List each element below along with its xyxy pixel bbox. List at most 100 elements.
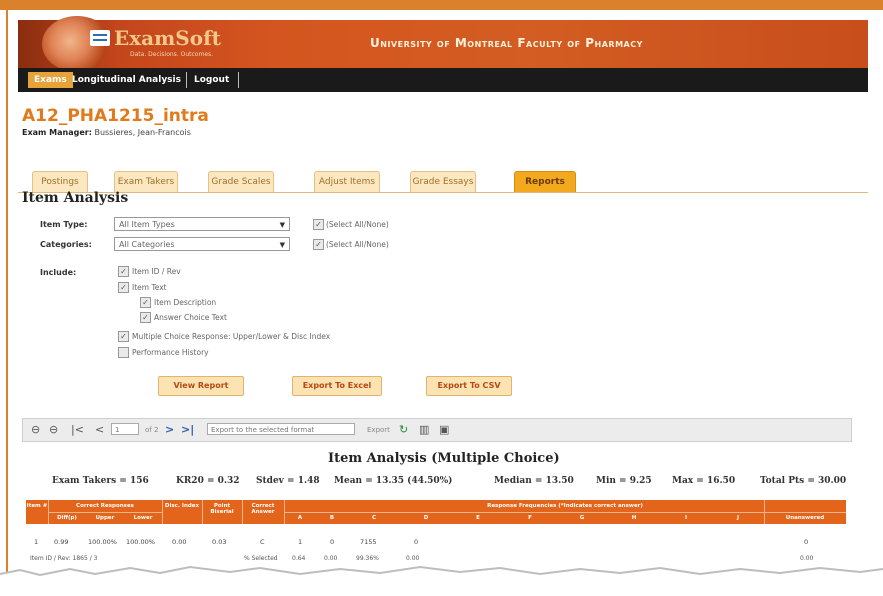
col-choice-h: H <box>631 515 637 521</box>
option-label: Item ID / Rev <box>132 267 181 276</box>
col-diff: Diff(p) <box>57 515 77 521</box>
answer-choice-text-checkbox[interactable]: ✓ <box>140 312 151 323</box>
dropdown-arrow-icon: ▼ <box>279 221 285 229</box>
tab-grade-scales[interactable]: Grade Scales <box>208 171 274 193</box>
back-group-icon[interactable]: ⊖ <box>49 422 58 438</box>
report-toolbar: ⊖ ⊖ |< < 1 of 2 > >| Export to the selec… <box>22 418 852 442</box>
cell-upper: 100.00% <box>88 538 117 546</box>
select-all-item-types-checkbox[interactable]: ✓ <box>313 219 324 230</box>
app-header: ExamSoft Data. Decisions. Outcomes. Univ… <box>18 16 868 72</box>
stat-stdev: Stdev = 1.48 <box>256 476 320 486</box>
export-format-select[interactable]: Export to the selected format <box>207 423 355 435</box>
stat-median: Median = 13.50 <box>494 476 574 486</box>
university-title: University of Montreal Faculty of Pharma… <box>370 36 643 50</box>
cell-a: 1 <box>298 538 303 546</box>
col-choice-a: A <box>297 515 303 521</box>
last-page-icon[interactable]: >| <box>181 422 194 438</box>
dropdown-arrow-icon: ▼ <box>279 241 285 249</box>
export-link[interactable]: Export <box>367 424 390 436</box>
select-all-label: (Select All/None) <box>326 240 389 249</box>
item-type-value: All Item Types <box>119 220 175 229</box>
export-to-csv-button[interactable]: Export To CSV <box>426 376 512 396</box>
exam-manager: Exam Manager: Bussieres, Jean-Francois <box>22 128 191 137</box>
nav-item-longitudinal-analysis[interactable]: Longitudinal Analysis <box>72 72 181 88</box>
stat-exam-takers: Exam Takers = 156 <box>52 476 149 486</box>
col-choice-d: D <box>423 515 429 521</box>
cell-b: 0 <box>330 538 335 546</box>
top-accent-bar <box>0 0 883 10</box>
select-all-label: (Select All/None) <box>326 220 389 229</box>
stat-mean: Mean = 13.35 (44.50%) <box>334 476 453 486</box>
select-all-categories-checkbox[interactable]: ✓ <box>313 239 324 250</box>
col-divider <box>48 500 49 524</box>
option-label: Item Text <box>132 283 167 292</box>
col-choice-e: E <box>476 515 480 521</box>
cell-item: 1 <box>34 538 39 546</box>
col-divider <box>764 500 765 524</box>
categories-select[interactable]: All Categories ▼ <box>114 237 290 251</box>
col-correct-answer: Correct Answer <box>251 503 275 515</box>
stat-max: Max = 16.50 <box>672 476 736 486</box>
logo-tagline: Data. Decisions. Outcomes. <box>130 51 214 58</box>
chart-icon[interactable]: ▥ <box>419 422 429 438</box>
option-label: Multiple Choice Response: Upper/Lower & … <box>132 332 331 341</box>
cell-d: 0 <box>414 538 419 546</box>
exam-title: A12_PHA1215_intra <box>22 106 209 126</box>
col-choice-j: J <box>736 515 740 521</box>
export-to-excel-button[interactable]: Export To Excel <box>292 376 382 396</box>
col-divider <box>202 500 203 524</box>
item-id-rev-checkbox[interactable]: ✓ <box>118 266 129 277</box>
cell-diff: 0.99 <box>54 538 69 546</box>
page-count: of 2 <box>145 426 159 434</box>
col-divider <box>162 500 163 524</box>
performance-history-checkbox[interactable] <box>118 347 129 358</box>
include-label: Include: <box>40 268 77 277</box>
cell-correct-answer: C <box>260 538 265 546</box>
examsoft-logo-icon <box>90 30 110 46</box>
print-icon[interactable]: ▣ <box>439 422 449 438</box>
multiple-choice-response-checkbox[interactable]: ✓ <box>118 331 129 342</box>
first-page-icon[interactable]: |< <box>71 422 84 438</box>
option-label: Performance History <box>132 348 209 357</box>
item-text-checkbox[interactable]: ✓ <box>118 282 129 293</box>
item-type-select[interactable]: All Item Types ▼ <box>114 217 290 231</box>
nav-item-exams[interactable]: Exams <box>28 72 73 88</box>
col-choice-f: F <box>528 515 532 521</box>
page-number-input[interactable]: 1 <box>111 423 139 435</box>
cell-lower: 100.00% <box>126 538 155 546</box>
cell-c: 7155 <box>360 538 377 546</box>
header-divider <box>284 512 846 513</box>
col-response-frequencies: Response Frequencies (*Indicates correct… <box>487 503 643 509</box>
tab-grade-essays[interactable]: Grade Essays <box>410 171 476 193</box>
col-unanswered: Unanswered <box>785 515 825 521</box>
logo-text: ExamSoft <box>114 26 221 50</box>
item-description-checkbox[interactable]: ✓ <box>140 297 151 308</box>
section-title: Item Analysis <box>22 190 129 206</box>
categories-label: Categories: <box>40 240 92 249</box>
exam-manager-label: Exam Manager: <box>22 128 92 137</box>
stat-kr20: KR20 = 0.32 <box>176 476 240 486</box>
col-choice-i: I <box>684 515 688 521</box>
report-title: Item Analysis (Multiple Choice) <box>328 451 560 466</box>
categories-value: All Categories <box>119 240 175 249</box>
option-label: Item Description <box>154 298 217 307</box>
tab-reports[interactable]: Reports <box>514 171 576 193</box>
col-point-biserial: Point Biserial <box>210 503 234 515</box>
option-label: Answer Choice Text <box>154 313 227 322</box>
view-report-button[interactable]: View Report <box>158 376 244 396</box>
refresh-icon[interactable]: ↻ <box>399 422 408 438</box>
cell-disc: 0.00 <box>172 538 187 546</box>
torn-edge-decoration <box>0 565 883 596</box>
tab-adjust-items[interactable]: Adjust Items <box>314 171 380 193</box>
first-group-icon[interactable]: ⊖ <box>31 422 40 438</box>
tabs-divider <box>18 192 868 193</box>
col-choice-b: B <box>329 515 335 521</box>
col-disc-index: Disc. Index <box>164 503 200 509</box>
nav-item-logout[interactable]: Logout <box>194 72 229 88</box>
cell-unanswered: 0 <box>804 538 809 546</box>
col-choice-g: G <box>579 515 585 521</box>
nav-separator <box>238 72 239 88</box>
next-page-icon[interactable]: > <box>165 422 174 438</box>
left-accent-line <box>6 10 8 596</box>
previous-page-icon[interactable]: < <box>95 422 104 438</box>
